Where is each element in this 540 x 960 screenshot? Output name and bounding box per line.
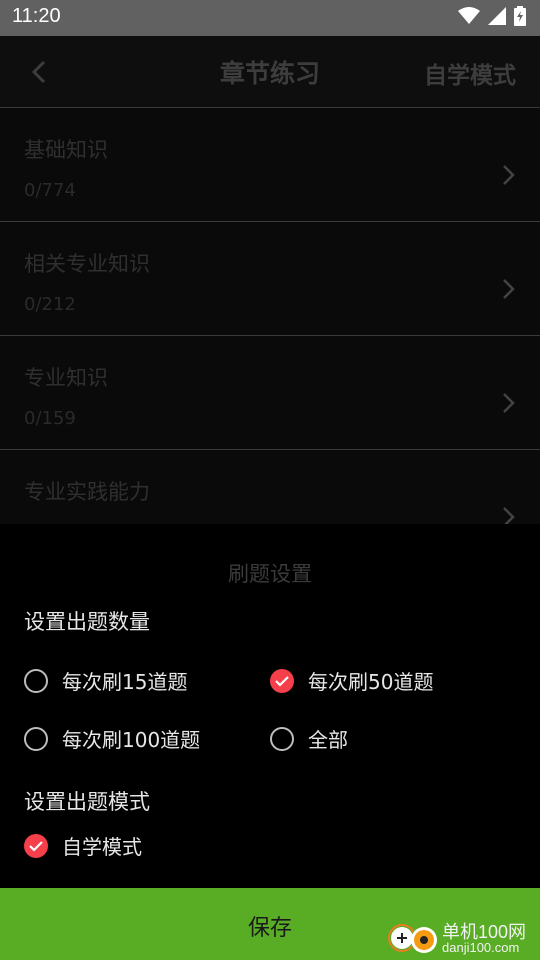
option-label: 每次刷50道题 (308, 670, 434, 694)
chapter-name: 专业知识 (24, 366, 108, 390)
option-50[interactable]: 每次刷50道题 (270, 666, 433, 695)
chapter-item[interactable]: 专业知识 0/159 (0, 336, 540, 450)
chapter-name: 相关专业知识 (24, 252, 150, 276)
watermark-logo-icon (388, 924, 437, 953)
sheet-title: 刷题设置 (228, 562, 312, 586)
chapter-progress: 0/212 (24, 294, 76, 315)
option-self-study[interactable]: 自学模式 (24, 831, 142, 860)
chapter-progress: 0/159 (24, 408, 76, 429)
chapter-item[interactable]: 基础知识 0/774 (0, 108, 540, 222)
nav-bar: 章节练习 自学模式 (0, 36, 540, 108)
option-label: 全部 (308, 728, 348, 752)
wifi-icon (458, 7, 480, 24)
option-100[interactable]: 每次刷100道题 (24, 724, 200, 753)
chapter-item[interactable]: 相关专业知识 0/212 (0, 222, 540, 336)
option-label: 每次刷100道题 (62, 728, 201, 752)
check-icon (275, 675, 289, 687)
mode-section-label: 设置出题模式 (24, 790, 150, 814)
count-section-label: 设置出题数量 (24, 610, 150, 634)
battery-icon (514, 6, 526, 26)
status-time: 11:20 (12, 5, 61, 27)
chapter-list: 基础知识 0/774 相关专业知识 0/212 专业知识 0/159 专业实践能… (0, 108, 540, 564)
watermark-line2: danji100.com (442, 940, 520, 955)
option-15[interactable]: 每次刷15道题 (24, 666, 187, 695)
status-icons (458, 6, 526, 26)
status-bar: 11:20 (0, 0, 540, 36)
chevron-right-icon (503, 165, 515, 185)
option-all[interactable]: 全部 (270, 724, 348, 753)
check-icon (29, 840, 43, 852)
signal-icon (488, 7, 506, 25)
mode-button[interactable]: 自学模式 (424, 56, 516, 90)
option-label: 自学模式 (62, 835, 142, 859)
radio-button-checked[interactable] (24, 833, 48, 858)
chapter-progress: 0/774 (24, 180, 76, 201)
radio-button-checked[interactable] (270, 668, 294, 693)
watermark: 单机100网 danji100.com (386, 918, 536, 960)
chapter-name: 基础知识 (24, 138, 108, 162)
radio-button[interactable] (24, 668, 48, 693)
radio-button[interactable] (270, 726, 294, 751)
chevron-right-icon (503, 279, 515, 299)
option-label: 每次刷15道题 (62, 670, 188, 694)
radio-button[interactable] (24, 726, 48, 751)
chapter-name: 专业实践能力 (24, 480, 150, 504)
chevron-right-icon (503, 393, 515, 413)
